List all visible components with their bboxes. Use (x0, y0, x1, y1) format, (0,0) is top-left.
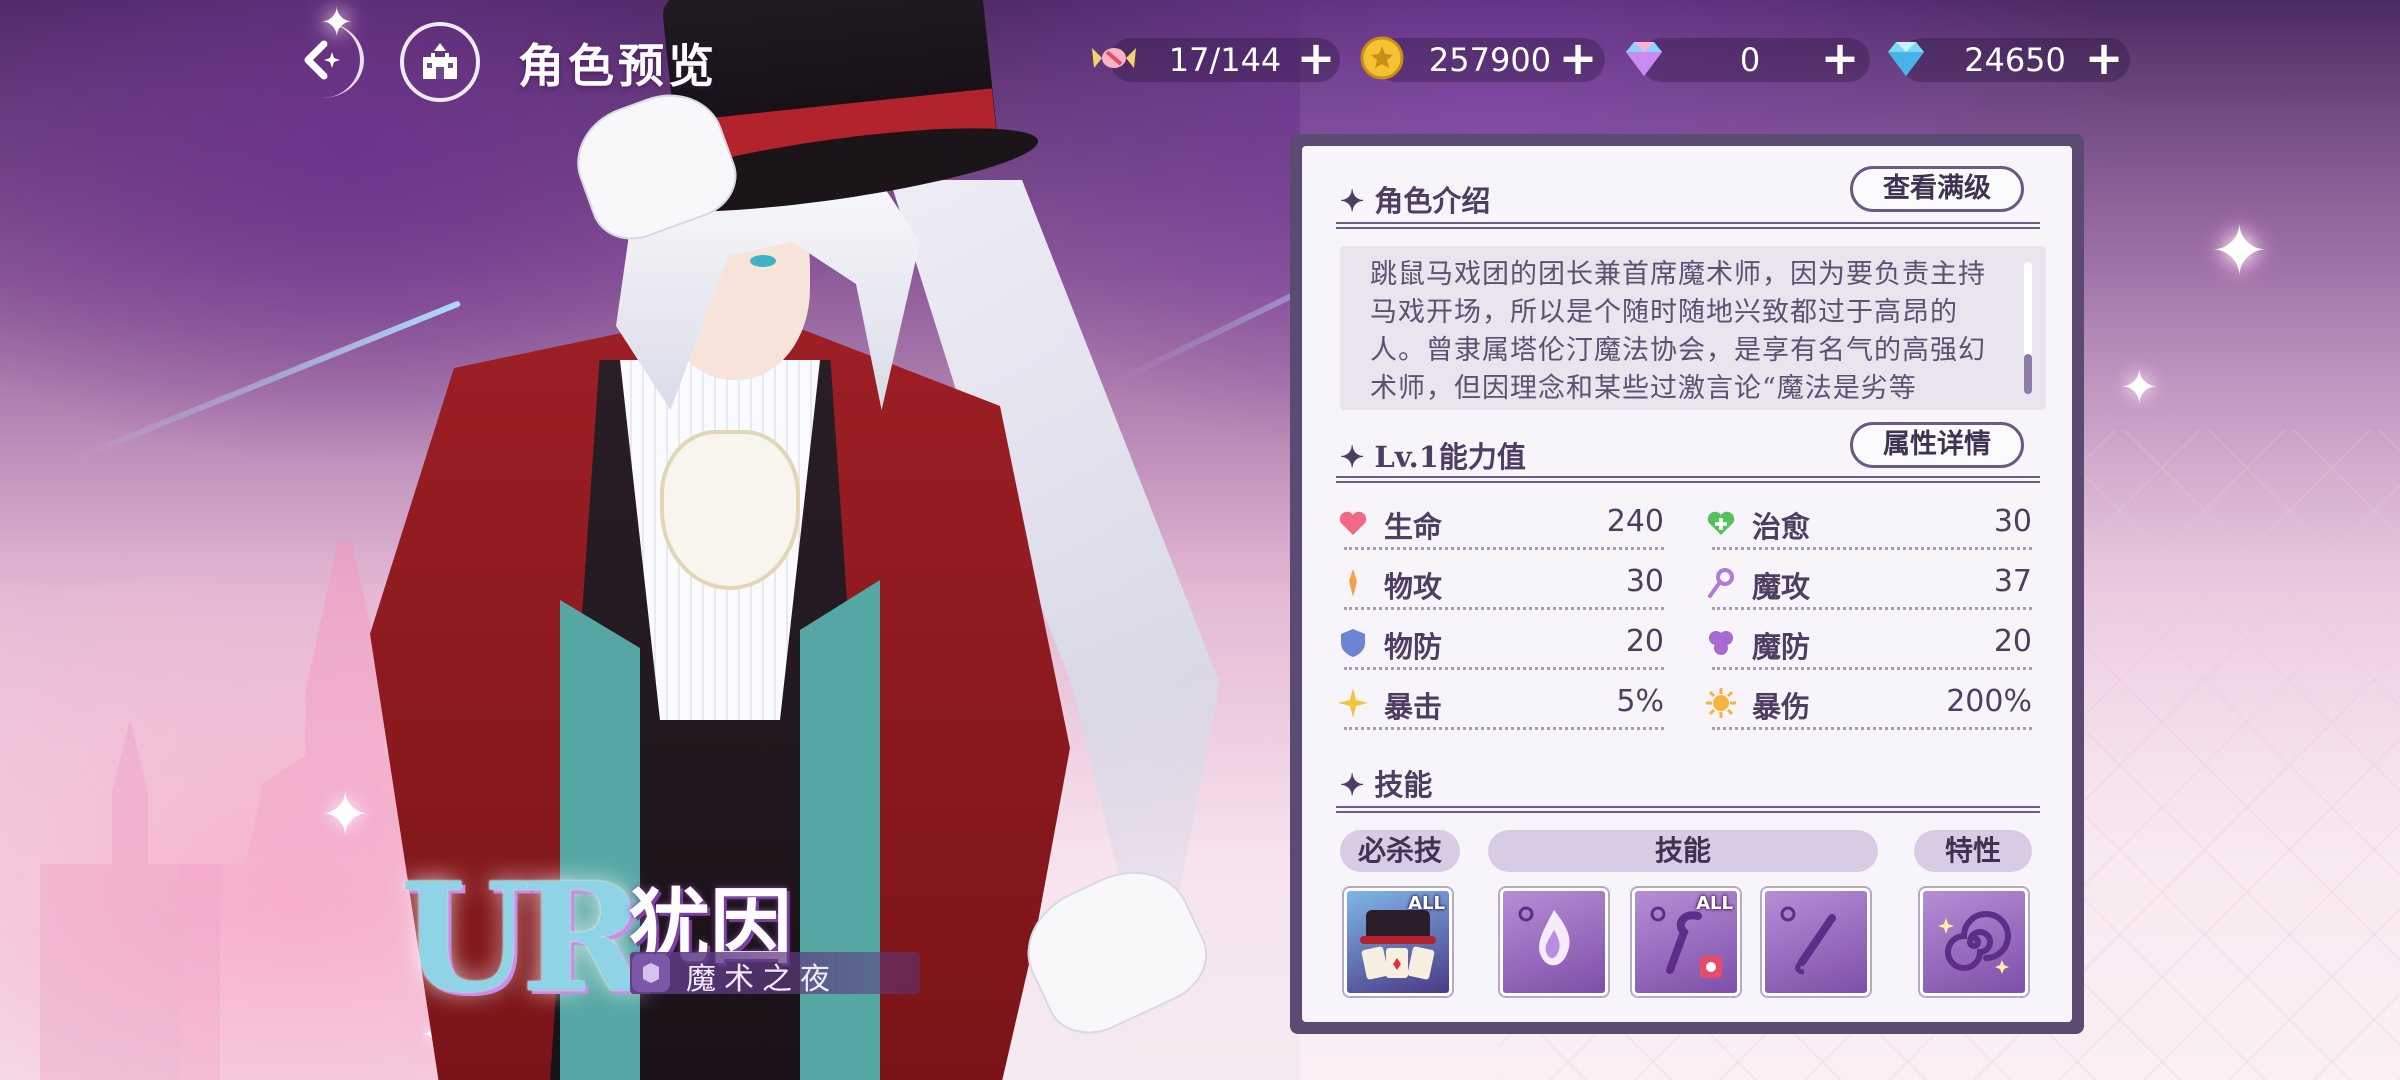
section-divider (1336, 476, 2040, 483)
add-diamond-button[interactable]: + (2082, 35, 2126, 82)
stat-crit-rate: 暴击 5% (1336, 680, 1664, 732)
intro-scrollbar-thumb[interactable] (2024, 354, 2032, 394)
stat-dotted-line (1344, 667, 1664, 670)
stat-dotted-line (1712, 727, 2032, 730)
top-bar: 角色预览 17/144 + 257900 + 0 + 24650 + (0, 0, 2400, 120)
stat-physical-defense: 物防 20 (1336, 620, 1664, 672)
stat-dotted-line (1344, 607, 1664, 610)
stat-label: 魔防 (1752, 630, 1811, 664)
stat-dotted-line (1712, 667, 2032, 670)
ultimate-skill-slot[interactable]: ALL (1344, 888, 1452, 996)
add-candy-button[interactable]: + (1294, 35, 1338, 82)
all-target-badge: ALL (1696, 893, 1733, 914)
section-divider (1336, 806, 2040, 813)
crit-rate-icon (1336, 686, 1370, 720)
stat-label: 物防 (1384, 630, 1443, 664)
stat-value: 20 (1625, 624, 1664, 659)
physical-defense-icon (1336, 626, 1370, 660)
stat-label: 物攻 (1384, 570, 1443, 604)
back-button[interactable] (280, 22, 364, 98)
rarity-label: UR (400, 850, 645, 1026)
resource-value-rainbow-gem: 0 (1739, 41, 1761, 79)
physical-attack-icon (1336, 566, 1370, 600)
character-eye (750, 255, 776, 267)
stat-magic-defense: 魔防 20 (1704, 620, 2032, 672)
resource-value-gold: 257900 (1428, 41, 1552, 79)
resource-value-candy: 17/144 (1168, 41, 1282, 79)
crit-damage-icon (1704, 686, 1738, 720)
heart-icon (1336, 506, 1370, 540)
character-coat-lining (800, 580, 880, 1080)
diamond-icon (1882, 34, 1930, 82)
stat-dotted-line (1712, 607, 2032, 610)
stat-physical-attack: 物攻 30 (1336, 560, 1664, 612)
character-cravat (660, 430, 800, 590)
outfit-badge-icon (632, 954, 670, 992)
add-rainbow-gem-button[interactable]: + (1818, 35, 1862, 82)
stat-dotted-line (1344, 547, 1664, 550)
section-star-icon: ✦ (1340, 184, 1365, 218)
tag-trait: 特性 (1914, 830, 2032, 872)
stat-crit-damage: 暴伤 200% (1704, 680, 2032, 732)
intro-heading: ✦ 角色介绍 (1340, 178, 1490, 220)
skill-slot-2[interactable]: ALL (1632, 888, 1740, 996)
stats-heading-label: Lv.1能力值 (1374, 440, 1526, 474)
attribute-details-button[interactable]: 属性详情 (1850, 422, 2024, 468)
page-title: 角色预览 (518, 39, 718, 93)
rainbow-gem-icon (1620, 34, 1668, 82)
skill-slot-3[interactable] (1762, 888, 1870, 996)
all-target-badge: ALL (1408, 893, 1445, 914)
stat-hp: 生命 240 (1336, 500, 1664, 552)
home-button[interactable] (400, 22, 480, 102)
tag-skill: 技能 (1488, 830, 1878, 872)
candy-icon (1090, 34, 1138, 82)
stat-dotted-line (1712, 547, 2032, 550)
back-arrow-icon (304, 40, 340, 80)
intro-description: 跳鼠马戏团的团长兼首席魔术师，因为要负责主持马戏开场，所以是个随时随地兴致都过于… (1340, 246, 2046, 410)
character-subtitle: 魔术之夜 (686, 962, 838, 997)
heal-icon (1704, 506, 1738, 540)
sparkle-icon: ✦ (2210, 210, 2269, 292)
stat-heal: 治愈 30 (1704, 500, 2032, 552)
stat-label: 暴伤 (1752, 690, 1811, 724)
sparkle-icon: ✦ (2120, 360, 2159, 414)
tag-ultimate: 必杀技 (1340, 830, 1460, 872)
stat-value: 30 (1993, 504, 2032, 539)
stat-value: 20 (1993, 624, 2032, 659)
section-star-icon: ✦ (1340, 440, 1365, 474)
gold-coin-icon (1358, 34, 1406, 82)
white-flame-icon (1518, 906, 1570, 966)
stats-heading: ✦ Lv.1能力值 (1340, 434, 1526, 476)
stat-magic-attack: 魔攻 37 (1704, 560, 2032, 612)
intro-heading-label: 角色介绍 (1374, 184, 1491, 218)
stat-label: 生命 (1384, 510, 1443, 544)
skills-heading: ✦ 技能 (1340, 762, 1432, 804)
trait-slot[interactable] (1920, 888, 2028, 996)
add-gold-button[interactable]: + (1556, 35, 1600, 82)
view-max-level-button[interactable]: 查看满级 (1850, 166, 2024, 212)
stat-label: 魔攻 (1752, 570, 1811, 604)
stat-value: 240 (1606, 504, 1664, 539)
spiral-icon (1938, 911, 2011, 974)
section-divider (1336, 222, 2040, 229)
stat-value: 37 (1993, 564, 2032, 599)
magic-defense-icon (1704, 626, 1738, 660)
stat-value: 5% (1616, 684, 1664, 719)
section-star-icon: ✦ (1340, 768, 1365, 802)
castle-icon (423, 43, 457, 79)
stat-dotted-line (1344, 727, 1664, 730)
skills-heading-label: 技能 (1374, 768, 1433, 802)
stat-label: 治愈 (1752, 510, 1811, 544)
stat-value: 200% (1946, 684, 2032, 719)
stat-label: 暴击 (1384, 690, 1443, 724)
stat-value: 30 (1625, 564, 1664, 599)
resource-value-diamond: 24650 (1964, 41, 2066, 79)
magic-wand-icon (1780, 906, 1836, 975)
skill-slot-1[interactable] (1500, 888, 1608, 996)
magic-attack-icon (1704, 566, 1738, 600)
